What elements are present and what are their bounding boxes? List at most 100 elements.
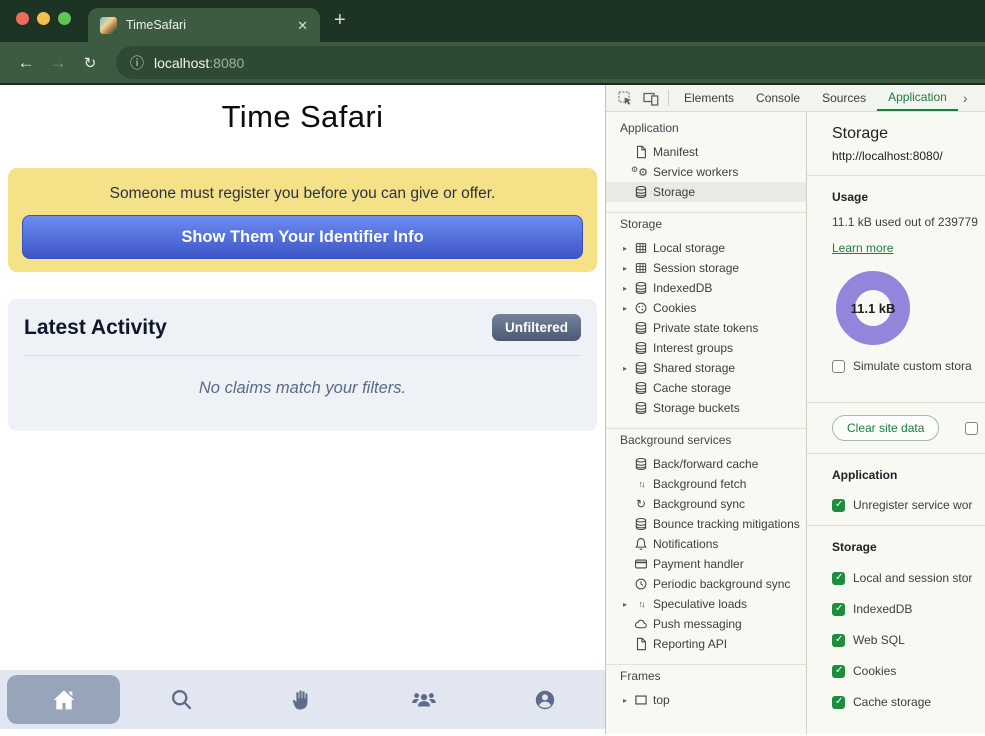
tree-item-periodic-background-sync[interactable]: Periodic background sync [606, 574, 806, 594]
show-identifier-button[interactable]: Show Them Your Identifier Info [22, 215, 583, 259]
database-icon [634, 361, 648, 375]
unregister-service-workers-label: Unregister service wor [853, 498, 972, 512]
storage-pane-title: Storage [832, 125, 985, 143]
tree-item-cache-storage[interactable]: Cache storage [606, 378, 806, 398]
tree-item-background-sync[interactable]: Background sync [606, 494, 806, 514]
search-icon [169, 687, 194, 712]
usage-heading: Usage [832, 190, 985, 204]
latest-activity-heading: Latest Activity [24, 316, 167, 340]
tree-section-background-services: Background services [606, 429, 806, 451]
database-icon [634, 381, 648, 395]
usage-text: 11.1 kB used out of 239779 [832, 215, 985, 229]
zoom-window-button[interactable] [58, 12, 71, 25]
sync-icon [634, 497, 648, 511]
tree-item-background-fetch[interactable]: ↑↓ Background fetch [606, 474, 806, 494]
nav-home[interactable] [0, 675, 121, 724]
expand-caret-icon[interactable] [623, 304, 634, 313]
tree-item-manifest[interactable]: Manifest [606, 142, 806, 162]
expand-caret-icon[interactable] [623, 284, 634, 293]
cache-storage-checkbox[interactable] [832, 696, 845, 709]
nav-discover[interactable] [121, 687, 242, 712]
tab-application[interactable]: Application [877, 85, 958, 111]
database-icon [634, 341, 648, 355]
tree-item-push-messaging[interactable]: Push messaging [606, 614, 806, 634]
cookie-icon [634, 301, 648, 315]
close-window-button[interactable] [16, 12, 29, 25]
tree-item-indexeddb[interactable]: IndexedDB [606, 278, 806, 298]
more-tabs-icon[interactable] [963, 90, 968, 106]
tree-item-speculative-loads[interactable]: ↑↓ Speculative loads [606, 594, 806, 614]
tree-item-back-forward-cache[interactable]: Back/forward cache [606, 454, 806, 474]
tab-close-icon[interactable]: ✕ [297, 19, 308, 32]
database-icon [634, 517, 648, 531]
url-text: localhost:8080 [154, 55, 244, 71]
tree-item-storage-buckets[interactable]: Storage buckets [606, 398, 806, 418]
site-info-icon[interactable] [130, 53, 154, 73]
tree-item-local-storage[interactable]: Local storage [606, 238, 806, 258]
tree-section-frames: Frames [606, 665, 806, 687]
address-bar[interactable]: localhost:8080 [116, 46, 985, 79]
tab-elements[interactable]: Elements [673, 85, 745, 111]
toolbar-separator [668, 90, 669, 106]
person-icon [533, 688, 557, 712]
tree-item-payment-handler[interactable]: Payment handler [606, 554, 806, 574]
database-icon [634, 401, 648, 415]
browser-tab[interactable]: TimeSafari ✕ [88, 8, 320, 42]
tree-item-interest-groups[interactable]: Interest groups [606, 338, 806, 358]
file-icon [634, 637, 648, 651]
back-button[interactable] [10, 53, 42, 73]
unregister-service-workers-checkbox[interactable] [832, 499, 845, 512]
forward-button[interactable] [42, 53, 74, 73]
tree-item-private-state-tokens[interactable]: Private state tokens [606, 318, 806, 338]
usage-donut-chart: 11.1 kB [836, 271, 910, 345]
inspect-element-icon[interactable] [612, 91, 638, 105]
reload-button[interactable] [74, 54, 106, 72]
tree-item-top-frame[interactable]: top [606, 690, 806, 710]
learn-more-link[interactable]: Learn more [832, 241, 893, 255]
card-divider [24, 355, 581, 356]
table-icon [634, 241, 648, 255]
tree-item-notifications[interactable]: Notifications [606, 534, 806, 554]
frame-icon [634, 693, 648, 707]
new-tab-button[interactable]: + [334, 9, 346, 32]
tree-item-session-storage[interactable]: Session storage [606, 258, 806, 278]
expand-caret-icon[interactable] [623, 244, 634, 253]
database-icon [634, 281, 648, 295]
nav-profile[interactable] [484, 688, 605, 712]
tree-section-application: Application [606, 117, 806, 139]
minimize-window-button[interactable] [37, 12, 50, 25]
table-icon [634, 261, 648, 275]
clear-site-data-button[interactable]: Clear site data [832, 415, 939, 441]
application-section-heading: Application [832, 468, 985, 482]
web-sql-checkbox[interactable] [832, 634, 845, 647]
latest-activity-card: Latest Activity Unfiltered No claims mat… [8, 299, 597, 431]
expand-caret-icon[interactable] [623, 696, 634, 705]
donut-value: 11.1 kB [851, 301, 896, 316]
indexeddb-checkbox[interactable] [832, 603, 845, 616]
include-cookies-checkbox[interactable] [965, 422, 978, 435]
tab-sources[interactable]: Sources [811, 85, 877, 111]
nav-contacts[interactable] [363, 686, 484, 714]
database-icon [634, 185, 648, 199]
tree-item-shared-storage[interactable]: Shared storage [606, 358, 806, 378]
devtools-tabbar: Elements Console Sources Application [606, 85, 985, 112]
nav-gifts[interactable] [242, 688, 363, 712]
tree-item-bounce-tracking-mitigations[interactable]: Bounce tracking mitigations [606, 514, 806, 534]
local-session-storage-checkbox[interactable] [832, 572, 845, 585]
expand-caret-icon[interactable] [623, 600, 634, 609]
unfiltered-button[interactable]: Unfiltered [492, 314, 581, 341]
simulate-quota-checkbox[interactable] [832, 360, 845, 373]
cookies-checkbox[interactable] [832, 665, 845, 678]
tree-item-cookies[interactable]: Cookies [606, 298, 806, 318]
expand-caret-icon[interactable] [623, 364, 634, 373]
tree-item-service-workers[interactable]: Service workers [606, 162, 806, 182]
expand-caret-icon[interactable] [623, 264, 634, 273]
up-down-arrows-icon: ↑↓ [634, 597, 648, 611]
registration-alert: Someone must register you before you can… [8, 168, 597, 272]
browser-toolbar: localhost:8080 [0, 42, 985, 83]
tree-item-reporting-api[interactable]: Reporting API [606, 634, 806, 654]
database-icon [634, 321, 648, 335]
tab-console[interactable]: Console [745, 85, 811, 111]
device-toolbar-icon[interactable] [638, 91, 664, 106]
tree-item-storage[interactable]: Storage [606, 182, 806, 202]
